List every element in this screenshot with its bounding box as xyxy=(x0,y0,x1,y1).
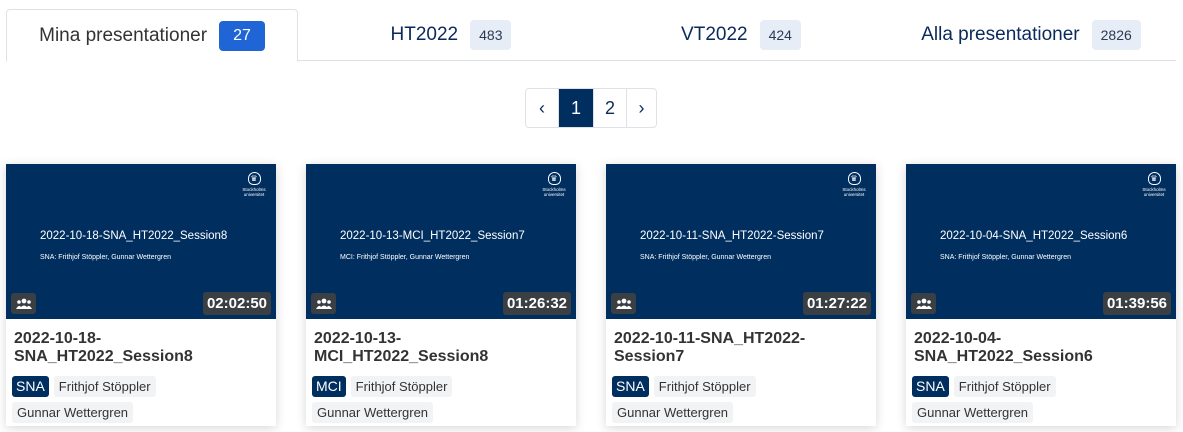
presentation-thumbnail[interactable]: ♛ Stockholms universitet 2022-10-04-SNA_H… xyxy=(906,164,1176,319)
pagination-page-2[interactable]: 2 xyxy=(594,89,627,127)
duration-badge: 01:27:22 xyxy=(802,292,871,315)
duration-badge: 02:02:50 xyxy=(202,292,271,315)
presenter-tag[interactable]: Frithjof Stöppler xyxy=(53,376,156,397)
group-users-icon xyxy=(311,293,336,314)
presentation-title[interactable]: 2022-10-13-MCI_HT2022_Session8 xyxy=(314,330,569,366)
tab-bar: Mina presentationer 27 HT2022 483 VT2022… xyxy=(6,9,1176,62)
group-users-icon xyxy=(11,293,36,314)
presentation-card[interactable]: ♛ Stockholms universitet 2022-10-18-SNA_H… xyxy=(6,164,276,426)
university-logo-icon: ♛ Stockholms universitet xyxy=(1142,172,1166,197)
tab-label: Mina presentationer xyxy=(39,24,208,46)
presentation-title[interactable]: 2022-10-04-SNA_HT2022_Session6 xyxy=(914,330,1169,366)
slide-title: 2022-10-11-SNA_HT2022-Session7 xyxy=(640,230,824,242)
university-logo-icon: ♛ Stockholms universitet xyxy=(542,172,566,197)
university-logo-icon: ♛ Stockholms universitet xyxy=(842,172,866,197)
slide-title: 2022-10-13-MCI_HT2022_Session7 xyxy=(340,230,525,242)
presentation-card[interactable]: ♛ Stockholms universitet 2022-10-13-MCI_H… xyxy=(306,164,576,426)
course-tag[interactable]: MCI xyxy=(312,376,346,397)
tab-alla-presentationer[interactable]: Alla presentationer 2826 xyxy=(886,9,1176,60)
tab-vt2022[interactable]: VT2022 424 xyxy=(596,9,886,60)
presenter-tag[interactable]: Frithjof Stöppler xyxy=(350,376,453,397)
presentation-card[interactable]: ♛ Stockholms universitet 2022-10-04-SNA_H… xyxy=(906,164,1176,426)
slide-subtitle: MCI: Frithjof Stöppler, Gunnar Wettergre… xyxy=(340,254,470,261)
presentation-title[interactable]: 2022-10-11-SNA_HT2022-Session7 xyxy=(614,330,869,366)
presenter-tag[interactable]: Gunnar Wettergren xyxy=(912,402,1034,423)
course-tag[interactable]: SNA xyxy=(912,376,949,397)
university-logo-icon: ♛ Stockholms universitet xyxy=(242,172,266,197)
presentation-title[interactable]: 2022-10-18-SNA_HT2022_Session8 xyxy=(14,330,269,366)
presenter-tag[interactable]: Frithjof Stöppler xyxy=(953,376,1056,397)
course-tag[interactable]: SNA xyxy=(612,376,649,397)
group-users-icon xyxy=(611,293,636,314)
tab-count-badge: 483 xyxy=(470,19,512,50)
presenter-tag[interactable]: Frithjof Stöppler xyxy=(653,376,756,397)
tab-count-badge: 2826 xyxy=(1091,19,1141,50)
tab-ht2022[interactable]: HT2022 483 xyxy=(306,9,596,60)
slide-title: 2022-10-18-SNA_HT2022_Session8 xyxy=(40,230,228,242)
tag-list: SNA Frithjof Stöppler Gunnar Wettergren xyxy=(612,376,874,423)
presenter-tag[interactable]: Gunnar Wettergren xyxy=(12,402,134,423)
tab-label: HT2022 xyxy=(390,23,459,45)
pagination: ‹ 1 2 › xyxy=(525,88,657,128)
slide-subtitle: SNA: Frithjof Stöppler, Gunnar Wettergre… xyxy=(940,254,1071,261)
tab-mina-presentationer[interactable]: Mina presentationer 27 xyxy=(6,9,298,62)
presentation-card[interactable]: ♛ Stockholms universitet 2022-10-11-SNA_H… xyxy=(606,164,876,426)
tab-count-badge: 424 xyxy=(759,19,801,50)
presentation-thumbnail[interactable]: ♛ Stockholms universitet 2022-10-13-MCI_H… xyxy=(306,164,576,319)
presentation-thumbnail[interactable]: ♛ Stockholms universitet 2022-10-18-SNA_H… xyxy=(6,164,276,319)
tag-list: SNA Frithjof Stöppler Gunnar Wettergren xyxy=(12,376,274,423)
slide-subtitle: SNA: Frithjof Stöppler, Gunnar Wettergre… xyxy=(40,254,171,261)
tab-label: Alla presentationer xyxy=(921,23,1080,45)
group-users-icon xyxy=(911,293,936,314)
duration-badge: 01:39:56 xyxy=(1102,292,1171,315)
tab-label: VT2022 xyxy=(681,23,748,45)
tag-list: SNA Frithjof Stöppler Gunnar Wettergren xyxy=(912,376,1174,423)
pagination-page-1[interactable]: 1 xyxy=(559,89,594,127)
slide-subtitle: SNA: Frithjof Stöppler, Gunnar Wettergre… xyxy=(640,254,771,261)
duration-badge: 01:26:32 xyxy=(502,292,571,315)
tag-list: MCI Frithjof Stöppler Gunnar Wettergren xyxy=(312,376,574,423)
pagination-next-button[interactable]: › xyxy=(627,89,656,127)
slide-title: 2022-10-04-SNA_HT2022_Session6 xyxy=(940,230,1128,242)
pagination-prev-button[interactable]: ‹ xyxy=(526,89,559,127)
presentation-thumbnail[interactable]: ♛ Stockholms universitet 2022-10-11-SNA_H… xyxy=(606,164,876,319)
course-tag[interactable]: SNA xyxy=(12,376,49,397)
presenter-tag[interactable]: Gunnar Wettergren xyxy=(312,402,434,423)
presenter-tag[interactable]: Gunnar Wettergren xyxy=(612,402,734,423)
tab-count-badge: 27 xyxy=(219,20,265,51)
